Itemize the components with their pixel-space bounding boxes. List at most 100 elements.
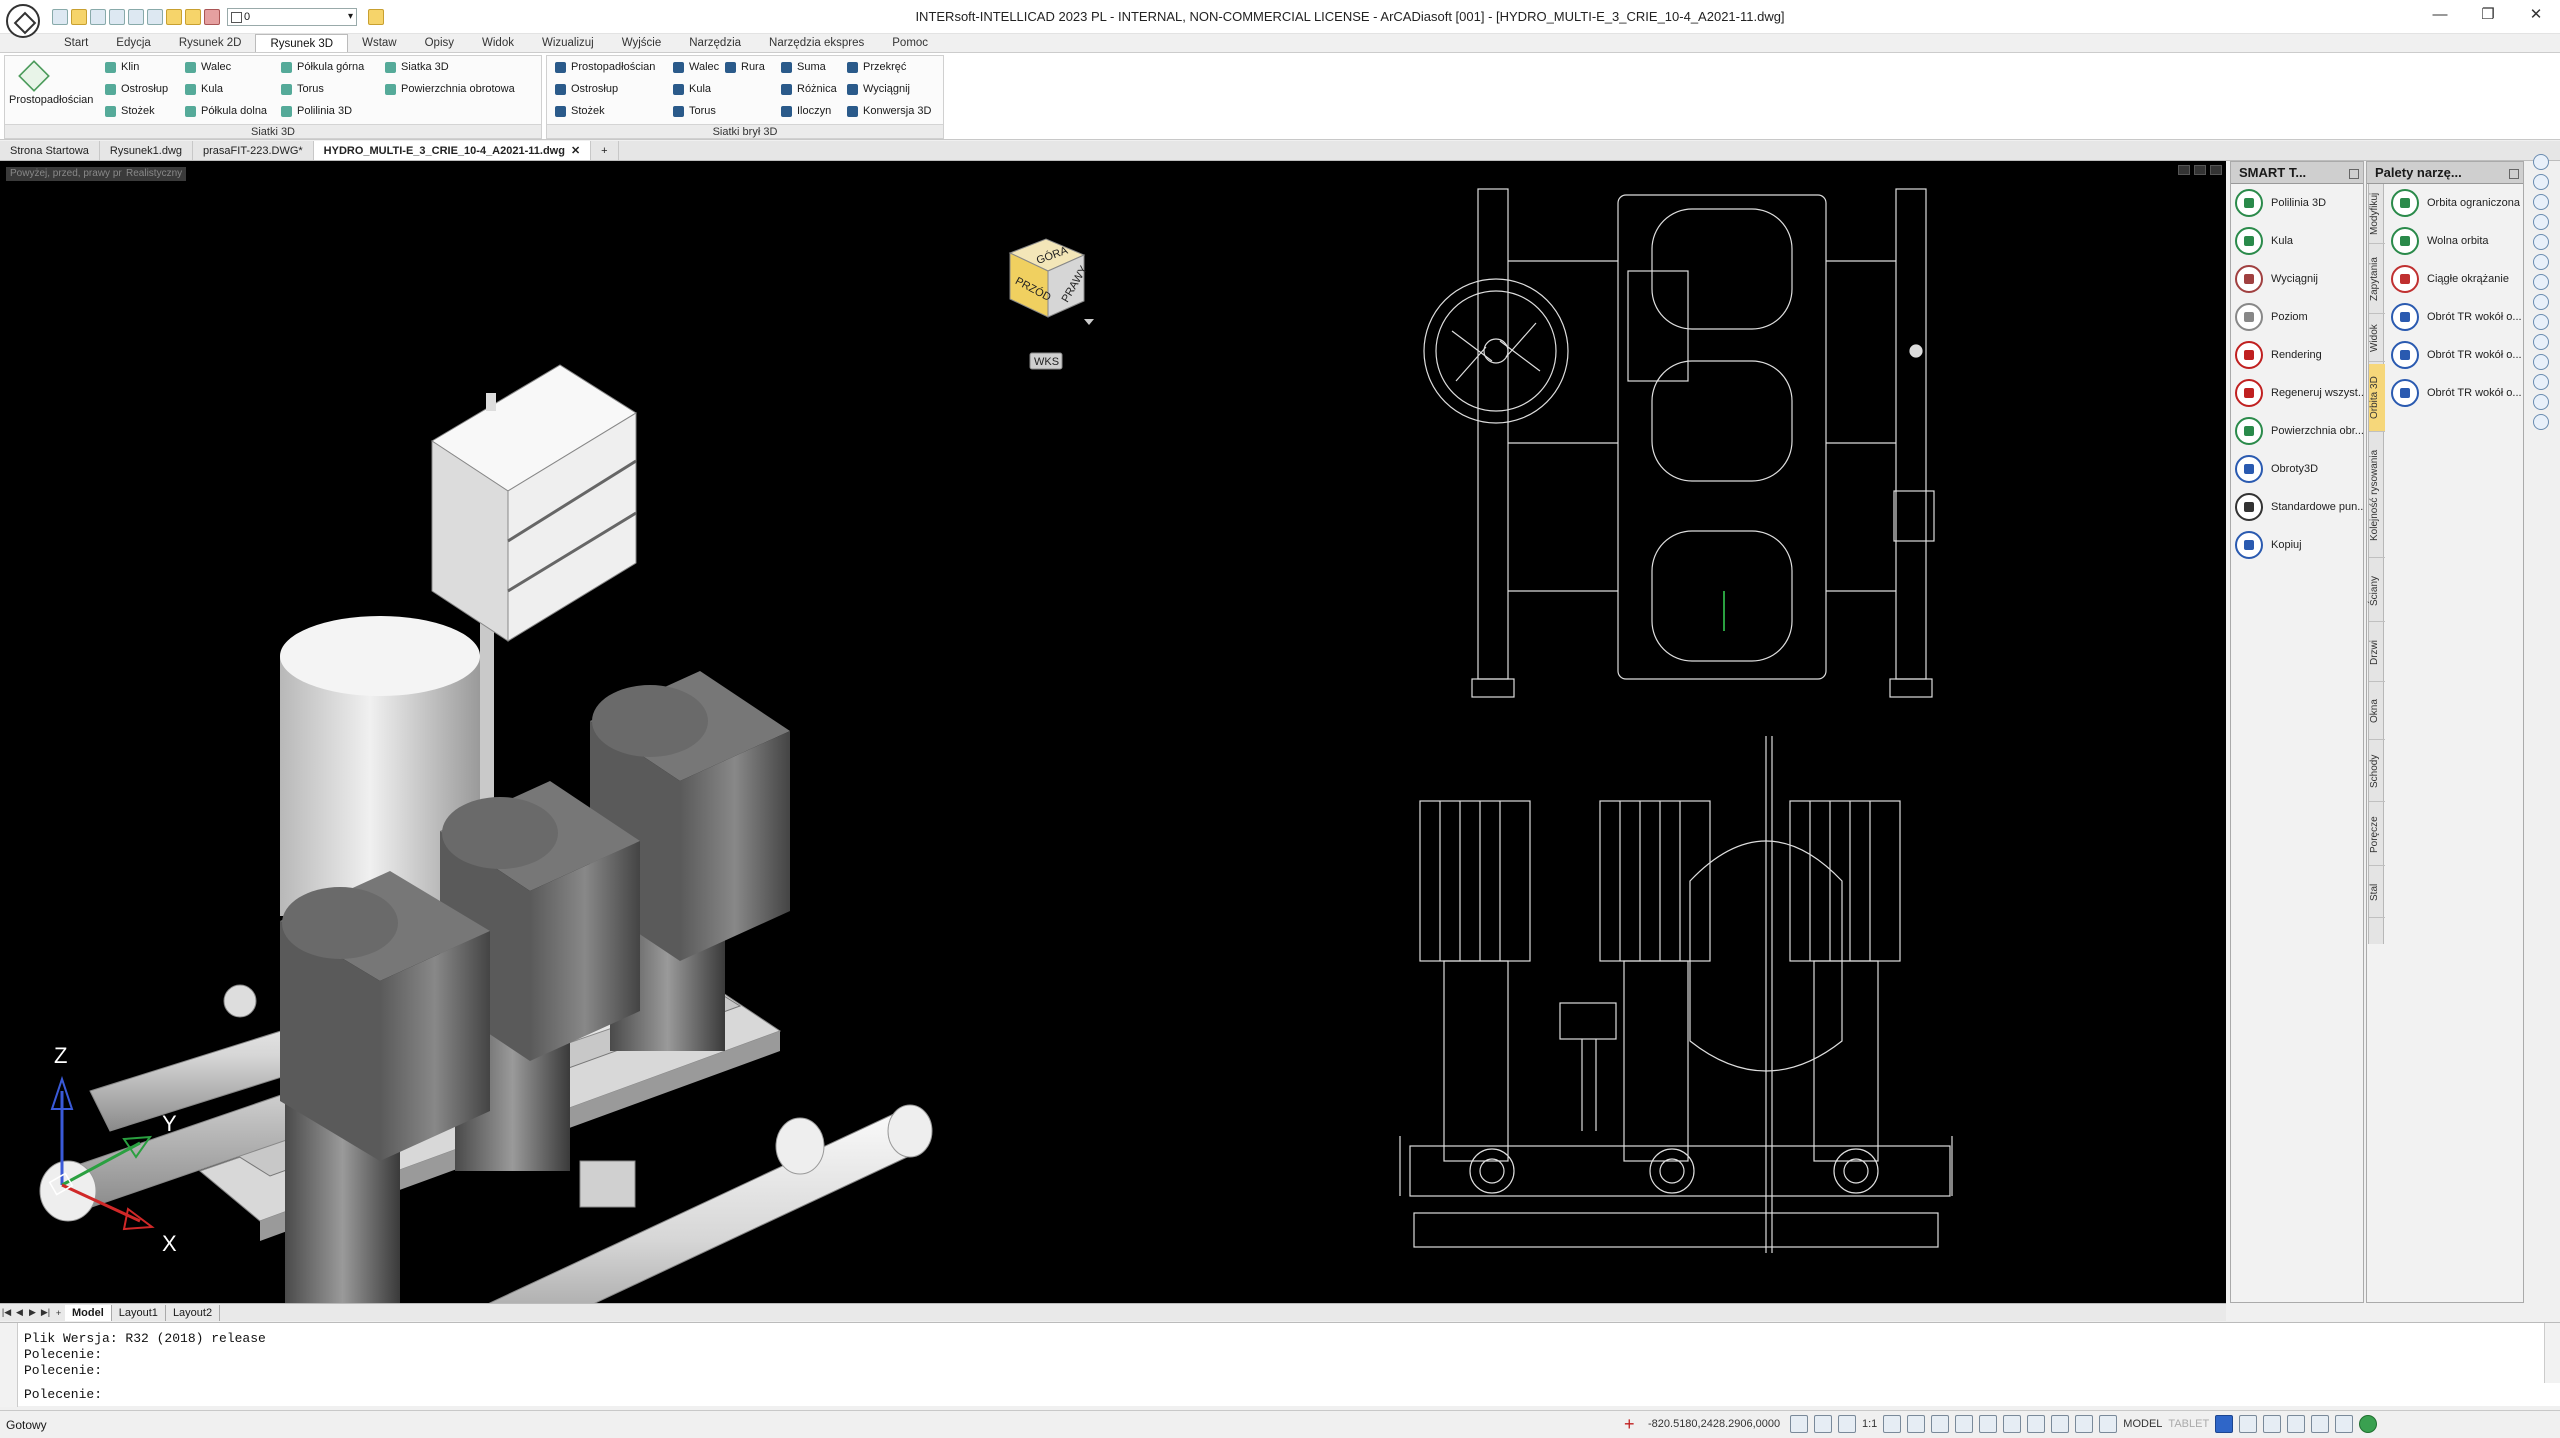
- zoom-previous-icon[interactable]: [2533, 314, 2549, 330]
- mesh-3d-button[interactable]: Siatka 3D: [383, 59, 515, 76]
- zoom-center-icon[interactable]: [2533, 334, 2549, 350]
- lower-hemisphere-button[interactable]: Półkula dolna: [183, 103, 267, 120]
- minimize-icon[interactable]: —: [2416, 0, 2464, 30]
- torus-button[interactable]: Torus: [279, 81, 364, 98]
- workspace-icon[interactable]: [2287, 1415, 2306, 1433]
- coordinates-readout[interactable]: -820.5180,2428.2906,0000: [1648, 1418, 1780, 1430]
- tablet-toggle[interactable]: TABLET: [2168, 1415, 2209, 1433]
- tab-wizualizuj[interactable]: Wizualizuj: [528, 34, 608, 52]
- visual-style-label[interactable]: Realistyczny: [122, 167, 187, 181]
- file-tab-hydro[interactable]: HYDRO_MULTI-E_3_CRIE_10-4_A2021-11.dwg ✕: [313, 141, 592, 160]
- cone-button[interactable]: Stożek: [103, 103, 168, 120]
- smart-item-revolved-surface[interactable]: Powierzchnia obr...: [2231, 412, 2363, 450]
- box-button[interactable]: Prostopadłościan: [9, 60, 93, 118]
- subtract-button[interactable]: Różnica: [779, 81, 837, 98]
- palette-item-rotate-ucs-y[interactable]: Obrót TR wokół o...: [2387, 336, 2523, 374]
- palette-item-constrained-orbit[interactable]: Orbita ograniczona: [2387, 184, 2523, 222]
- vtab-drzwi[interactable]: Drzwi: [2369, 624, 2385, 682]
- next-layout-icon[interactable]: ▶: [26, 1307, 39, 1318]
- smart-item-extrude[interactable]: Wyciągnij: [2231, 260, 2363, 298]
- palette-item-rotate-ucs-z[interactable]: Obrót TR wokół o...: [2387, 374, 2523, 412]
- viewcube[interactable]: GÓRA PRZÓD PRAWY WKS: [1008, 238, 1094, 370]
- smart-item-rotate-3d[interactable]: Obroty3D: [2231, 450, 2363, 488]
- solid-sphere-button[interactable]: Kula: [671, 81, 719, 98]
- command-scrollbar[interactable]: [2544, 1323, 2560, 1383]
- vp-close-icon[interactable]: [2210, 165, 2222, 175]
- annotation-icon[interactable]: [1838, 1415, 1856, 1433]
- vp-restore-icon[interactable]: [2194, 165, 2206, 175]
- solid-cylinder-button[interactable]: Walec: [671, 59, 719, 76]
- revolved-surface-button[interactable]: Powierzchnia obrotowa: [383, 81, 515, 98]
- vtab-modyfikuj[interactable]: Modyfikuj: [2369, 184, 2385, 244]
- selection-cycle-icon[interactable]: [2075, 1415, 2094, 1433]
- tab-start[interactable]: Start: [50, 34, 102, 52]
- undo-view-icon[interactable]: [2533, 154, 2549, 170]
- zoom-scale-icon[interactable]: [2533, 354, 2549, 370]
- zoom-object-icon[interactable]: [2533, 374, 2549, 390]
- polyline-3d-button[interactable]: Polilinia 3D: [279, 103, 364, 120]
- lineweight-icon[interactable]: [2003, 1415, 2022, 1433]
- add-layout-icon[interactable]: +: [52, 1308, 65, 1318]
- vtab-stal[interactable]: Stal: [2369, 868, 2385, 918]
- intersect-button[interactable]: Iloczyn: [779, 103, 837, 120]
- first-layout-icon[interactable]: |◀: [0, 1307, 13, 1318]
- vtab-kolejnosc[interactable]: Kolejność rysowania: [2369, 434, 2385, 558]
- union-button[interactable]: Suma: [779, 59, 837, 76]
- tab-opisy[interactable]: Opisy: [411, 34, 468, 52]
- solid-cone-button[interactable]: Stożek: [553, 103, 655, 120]
- polar-icon[interactable]: [1907, 1415, 1926, 1433]
- zoom-all-icon[interactable]: [2533, 294, 2549, 310]
- ortho-icon[interactable]: [1883, 1415, 1902, 1433]
- tab-wstaw[interactable]: Wstaw: [348, 34, 411, 52]
- sphere-button[interactable]: Kula: [183, 81, 267, 98]
- smart-item-standard-views[interactable]: Standardowe pun...: [2231, 488, 2363, 526]
- qprops-icon[interactable]: [2051, 1415, 2070, 1433]
- pan-icon[interactable]: [2533, 174, 2549, 190]
- vtab-schody[interactable]: Schody: [2369, 742, 2385, 802]
- maximize-icon[interactable]: ❐: [2464, 0, 2512, 30]
- zoom-window-icon[interactable]: [2533, 214, 2549, 230]
- close-tab-icon[interactable]: ✕: [571, 145, 580, 157]
- command-line-gutter[interactable]: [0, 1323, 18, 1407]
- fullscreen-icon[interactable]: [2335, 1415, 2354, 1433]
- drawing-viewport[interactable]: Powyżej, przed, prawy przód Realistyczny: [0, 161, 2226, 1303]
- file-tab-prasafit[interactable]: prasaFIT-223.DWG*: [193, 141, 314, 160]
- palette-item-rotate-ucs-x[interactable]: Obrót TR wokół o...: [2387, 298, 2523, 336]
- tab-model[interactable]: Model: [65, 1304, 112, 1321]
- smart-item-sphere[interactable]: Kula: [2231, 222, 2363, 260]
- settings-gear-icon[interactable]: [2215, 1415, 2234, 1433]
- zoom-in-icon[interactable]: [2533, 234, 2549, 250]
- vtab-sciany[interactable]: Ściany: [2369, 560, 2385, 622]
- tab-pomoc[interactable]: Pomoc: [878, 34, 942, 52]
- zoom-realtime-icon[interactable]: [2533, 194, 2549, 210]
- hardware-icon[interactable]: [2263, 1415, 2282, 1433]
- zoom-extents-icon[interactable]: [2533, 274, 2549, 290]
- otrack-icon[interactable]: [1979, 1415, 1998, 1433]
- annotation-scale[interactable]: 1:1: [1862, 1415, 1877, 1433]
- dynamic-input-icon[interactable]: [2027, 1415, 2046, 1433]
- zoom-out-icon[interactable]: [2533, 254, 2549, 270]
- tab-layout1[interactable]: Layout1: [112, 1304, 166, 1321]
- pipe-button[interactable]: Rura: [723, 59, 765, 76]
- info-icon[interactable]: [2311, 1415, 2330, 1433]
- extrude-button[interactable]: Wyciągnij: [845, 81, 931, 98]
- tab-widok[interactable]: Widok: [468, 34, 528, 52]
- file-tab-start[interactable]: Strona Startowa: [0, 141, 100, 160]
- solid-box-button[interactable]: Prostopadłościan: [553, 59, 655, 76]
- vtab-porecze[interactable]: Poręcze: [2369, 804, 2385, 866]
- convert-3d-button[interactable]: Konwersja 3D: [845, 103, 931, 120]
- render-icon[interactable]: [2533, 414, 2549, 430]
- solid-torus-button[interactable]: Torus: [671, 103, 719, 120]
- smart-item-level[interactable]: Poziom: [2231, 298, 2363, 336]
- new-tab-button[interactable]: +: [591, 141, 619, 160]
- linetype-icon[interactable]: [2099, 1415, 2118, 1433]
- vtab-okna[interactable]: Okna: [2369, 684, 2385, 740]
- isolate-icon[interactable]: [2239, 1415, 2258, 1433]
- prev-layout-icon[interactable]: ◀: [13, 1307, 26, 1318]
- twist-button[interactable]: Przekręć: [845, 59, 931, 76]
- vtab-widok[interactable]: Widok: [2369, 316, 2385, 362]
- status-ok-icon[interactable]: [2359, 1415, 2378, 1433]
- last-layout-icon[interactable]: ▶|: [39, 1307, 52, 1318]
- tab-rysunek-2d[interactable]: Rysunek 2D: [165, 34, 256, 52]
- close-icon[interactable]: ✕: [2512, 0, 2560, 30]
